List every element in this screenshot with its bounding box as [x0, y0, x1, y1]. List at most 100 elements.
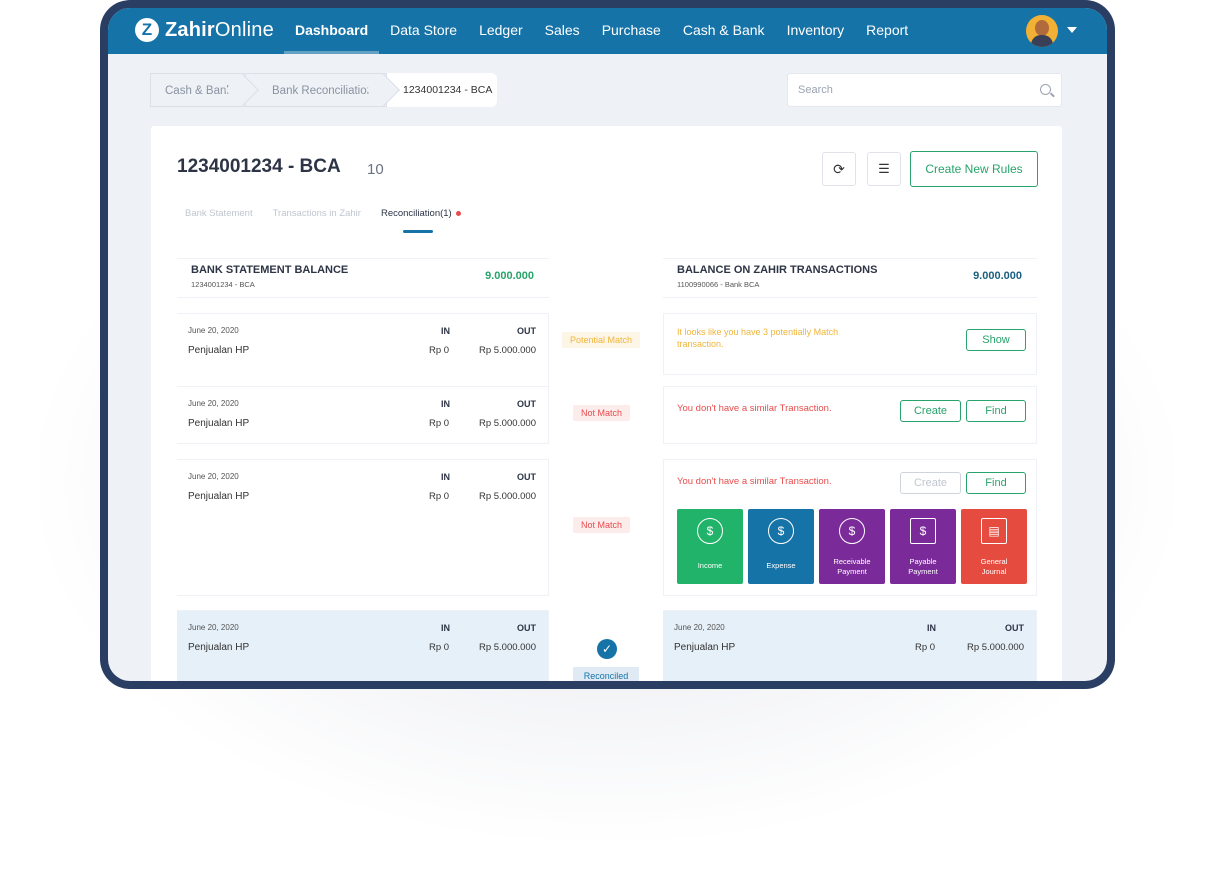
refresh-button[interactable]: ⟳ [822, 152, 856, 186]
row-in-amount: Rp 0 [429, 642, 450, 653]
row-date: June 20, 2020 [188, 399, 239, 408]
no-match-message: You don't have a similar Transaction. [677, 476, 832, 487]
balance-account: 1234001234 - BCA [191, 280, 255, 289]
calculator-money-icon: $ [839, 518, 865, 544]
out-header: OUT [517, 326, 536, 336]
breadcrumb-bank-reconciliation[interactable]: Bank Reconciliation [246, 73, 400, 107]
balance-amount: 9.000.000 [485, 270, 534, 282]
breadcrumb-cash-bank[interactable]: Cash & Bank [150, 73, 259, 107]
nav-report[interactable]: Report [855, 8, 919, 54]
tile-label: Receivable Payment [833, 557, 871, 576]
tab-bank-statement[interactable]: Bank Statement [185, 208, 253, 219]
general-journal-tile[interactable]: ▤ General Journal [961, 509, 1027, 584]
out-header: OUT [1005, 623, 1024, 633]
row-out-amount: Rp 5.000.000 [478, 642, 536, 653]
status-badge: Reconciled [573, 667, 639, 681]
row-out-amount: Rp 5.000.000 [966, 642, 1024, 653]
expense-tile[interactable]: $ Expense [748, 509, 814, 584]
balance-amount: 9.000.000 [973, 270, 1022, 282]
tile-label: Payable Payment [908, 557, 938, 576]
out-header: OUT [517, 623, 536, 633]
income-tile[interactable]: $ Income [677, 509, 743, 584]
zahir-balance: BALANCE ON ZAHIR TRANSACTIONS 1100990066… [663, 258, 1037, 298]
row-description: Penjualan HP [188, 642, 250, 653]
transaction-count: 10 [367, 161, 384, 178]
row-date: June 20, 2020 [188, 326, 239, 335]
nav-dashboard[interactable]: Dashboard [284, 8, 380, 54]
row-date: June 20, 2020 [188, 472, 239, 481]
potential-match-message: It looks like you have 3 potentially Mat… [677, 327, 839, 349]
match-panel: It looks like you have 3 potentially Mat… [663, 313, 1037, 375]
row-in-amount: Rp 0 [429, 345, 450, 356]
row-description: Penjualan HP [674, 642, 736, 653]
search-icon[interactable] [1040, 84, 1051, 95]
invoice-icon: $ [910, 518, 936, 544]
logo-text: ZahirOnline [165, 18, 274, 41]
bank-statement-balance: BANK STATEMENT BALANCE 1234001234 - BCA … [177, 258, 549, 298]
in-header: IN [441, 399, 450, 409]
status-badge: Potential Match [562, 332, 641, 348]
refresh-icon: ⟳ [833, 160, 845, 177]
row-description: Penjualan HP [188, 345, 250, 356]
payable-payment-tile[interactable]: $ Payable Payment [890, 509, 956, 584]
search-input[interactable]: Search [787, 73, 1062, 107]
out-header: OUT [517, 472, 536, 482]
zahir-logo[interactable]: Z ZahirOnline [135, 18, 274, 42]
balance-label: BALANCE ON ZAHIR TRANSACTIONS [677, 264, 878, 276]
tile-label: Expense [766, 561, 796, 570]
row-in-amount: Rp 0 [429, 418, 450, 429]
receivable-payment-tile[interactable]: $ Receivable Payment [819, 509, 885, 584]
in-header: IN [441, 472, 450, 482]
table-row[interactable]: June 20, 2020 IN OUT Penjualan HP Rp 0 R… [177, 313, 549, 387]
match-panel: You don't have a similar Transaction. Cr… [663, 459, 1037, 596]
in-header: IN [441, 326, 450, 336]
nav-ledger[interactable]: Ledger [468, 8, 534, 54]
find-button[interactable]: Find [966, 400, 1026, 422]
logo-icon: Z [135, 18, 159, 42]
chevron-down-icon[interactable] [1067, 27, 1077, 33]
create-button[interactable]: Create [900, 400, 961, 422]
in-header: IN [441, 623, 450, 633]
row-in-amount: Rp 0 [915, 642, 936, 653]
balance-label: BANK STATEMENT BALANCE [191, 264, 349, 276]
nav-sales[interactable]: Sales [534, 8, 591, 54]
tab-reconciliation[interactable]: Reconciliation(1) [381, 208, 461, 233]
table-row[interactable]: June 20, 2020 IN OUT Penjualan HP Rp 0 R… [177, 610, 549, 681]
show-button[interactable]: Show [966, 329, 1026, 351]
row-description: Penjualan HP [188, 491, 250, 502]
create-new-rules-button[interactable]: Create New Rules [910, 151, 1038, 187]
checkmark-icon: ✓ [597, 639, 617, 659]
tile-label: General Journal [980, 557, 1008, 576]
tab-transactions-zahir[interactable]: Transactions in Zahir [273, 208, 361, 219]
out-header: OUT [517, 399, 536, 409]
row-out-amount: Rp 5.000.000 [478, 491, 536, 502]
row-date: June 20, 2020 [674, 623, 725, 632]
table-row[interactable]: June 20, 2020 IN OUT Penjualan HP Rp 0 R… [177, 459, 549, 596]
nav-cash-bank[interactable]: Cash & Bank [672, 8, 776, 54]
page-title: 1234001234 - BCA [177, 156, 341, 177]
breadcrumb: Cash & Bank Bank Reconciliation 12340012… [150, 73, 497, 107]
row-in-amount: Rp 0 [429, 491, 450, 502]
app-screen: Z ZahirOnline Dashboard Data Store Ledge… [108, 8, 1107, 681]
table-row[interactable]: June 20, 2020 IN OUT Penjualan HP Rp 0 R… [177, 386, 549, 444]
search-placeholder: Search [798, 84, 833, 96]
create-button[interactable]: Create [900, 472, 961, 494]
tablet-frame: Z ZahirOnline Dashboard Data Store Ledge… [100, 0, 1115, 689]
nav-inventory[interactable]: Inventory [776, 8, 856, 54]
breadcrumb-current: 1234001234 - BCA [387, 73, 497, 107]
nav-data-store[interactable]: Data Store [379, 8, 468, 54]
nav-purchase[interactable]: Purchase [591, 8, 672, 54]
status-badge: Not Match [573, 517, 631, 533]
filter-icon: ☰ [878, 161, 890, 176]
status-badge: Not Match [573, 405, 631, 421]
user-avatar[interactable] [1026, 15, 1058, 47]
row-description: Penjualan HP [188, 418, 250, 429]
tab-bar: Bank Statement Transactions in Zahir Rec… [185, 208, 461, 233]
matched-transaction[interactable]: June 20, 2020 IN OUT Penjualan HP Rp 0 R… [663, 610, 1037, 681]
in-header: IN [927, 623, 936, 633]
find-button[interactable]: Find [966, 472, 1026, 494]
filter-button[interactable]: ☰ [867, 152, 901, 186]
top-navbar: Z ZahirOnline Dashboard Data Store Ledge… [108, 8, 1107, 54]
tile-label: Income [697, 561, 723, 570]
hand-pay-icon: $ [768, 518, 794, 544]
